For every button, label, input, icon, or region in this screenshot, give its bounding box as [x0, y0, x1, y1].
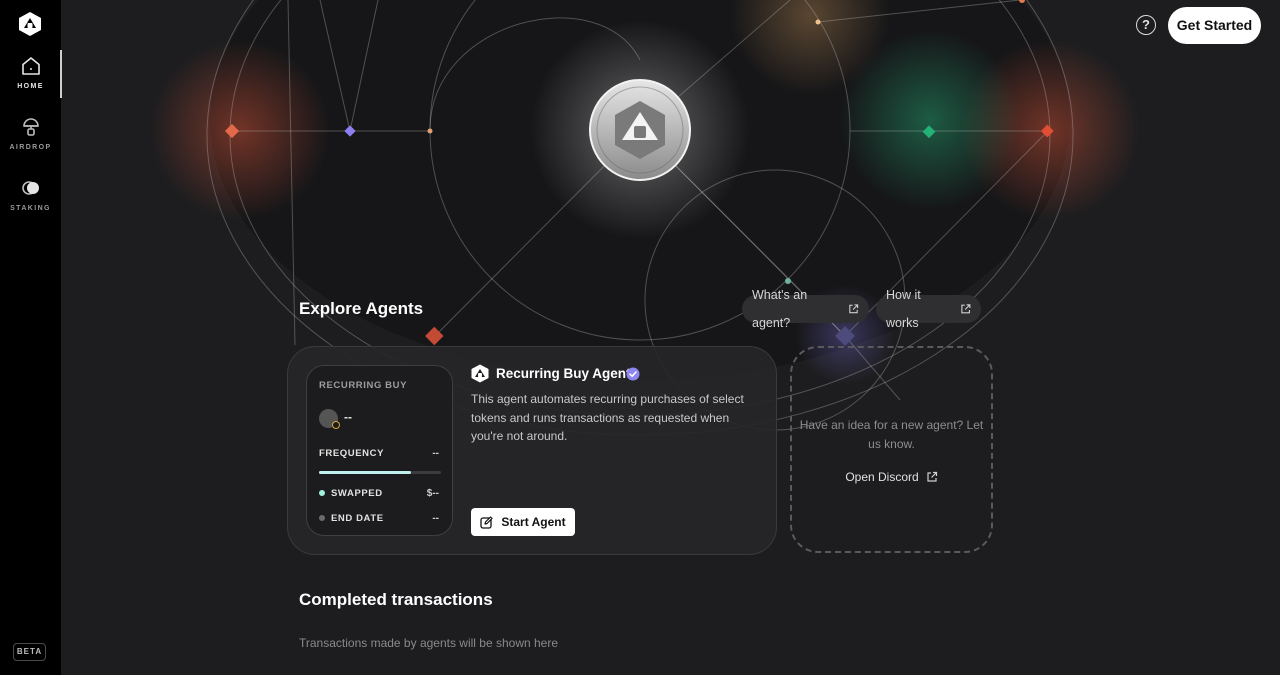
external-link-icon	[927, 471, 937, 482]
transactions-empty-state: Transactions made by agents will be show…	[299, 636, 559, 650]
help-icon[interactable]: ?	[1136, 15, 1156, 35]
verified-icon	[626, 367, 640, 381]
token-badge-icon	[332, 421, 340, 429]
home-icon	[21, 57, 40, 75]
agent-logo-icon	[471, 364, 489, 383]
open-discord-link[interactable]: Open Discord	[792, 470, 991, 484]
start-agent-label: Start Agent	[501, 515, 566, 529]
sidebar-item-home[interactable]: HOME	[0, 55, 61, 90]
parachute-icon	[22, 118, 39, 136]
pill-label: How it works	[886, 288, 921, 330]
get-started-button[interactable]: Get Started	[1168, 7, 1261, 44]
swapped-value: $--	[426, 488, 439, 499]
sidebar-item-airdrop[interactable]: AIRDROP	[0, 116, 61, 151]
external-link-icon	[849, 304, 859, 314]
sidebar: HOME AIRDROP STAKING BETA	[0, 0, 62, 675]
explore-agents-title: Explore Agents	[299, 299, 424, 318]
sidebar-item-label: HOME	[17, 83, 44, 90]
beta-badge: BETA	[13, 643, 46, 661]
how-it-works-link[interactable]: How it works	[876, 288, 981, 330]
sidebar-item-label: AIRDROP	[9, 144, 52, 151]
idea-text: Have an idea for a new agent? Let us kno…	[799, 418, 984, 451]
start-agent-button[interactable]: Start Agent	[471, 508, 575, 536]
frequency-value: --	[432, 448, 439, 459]
end-date-dot	[319, 515, 325, 521]
end-date-value: --	[432, 513, 439, 524]
progress-fill	[319, 471, 411, 474]
pill-label: What's an agent?	[752, 288, 808, 330]
progress-bar	[319, 471, 441, 474]
main-content: Explore Agents What's an agent? How it w…	[0, 0, 1280, 675]
agent-preview-widget: RECURRING BUY -- FREQUENCY -- SWAPPED $-…	[306, 365, 453, 536]
end-date-label: END DATE	[331, 513, 384, 524]
preview-amount: --	[344, 410, 352, 424]
edit-icon	[480, 515, 493, 529]
frequency-label: FREQUENCY	[319, 448, 385, 459]
swapped-label: SWAPPED	[331, 488, 383, 499]
whats-an-agent-link[interactable]: What's an agent?	[742, 288, 869, 330]
sidebar-item-label: STAKING	[10, 205, 51, 212]
staking-icon	[21, 181, 39, 195]
completed-transactions-title: Completed transactions	[299, 590, 493, 609]
app-logo[interactable]	[18, 11, 42, 37]
discord-link-label: Open Discord	[845, 470, 919, 484]
agent-name: Recurring Buy Agent	[496, 366, 631, 381]
new-agent-idea-card: Have an idea for a new agent? Let us kno…	[790, 346, 993, 553]
sidebar-item-staking[interactable]: STAKING	[0, 177, 61, 212]
preview-title: RECURRING BUY	[319, 380, 408, 391]
external-link-icon	[961, 304, 971, 314]
agent-description: This agent automates recurring purchases…	[471, 392, 744, 443]
swapped-dot	[319, 490, 325, 496]
